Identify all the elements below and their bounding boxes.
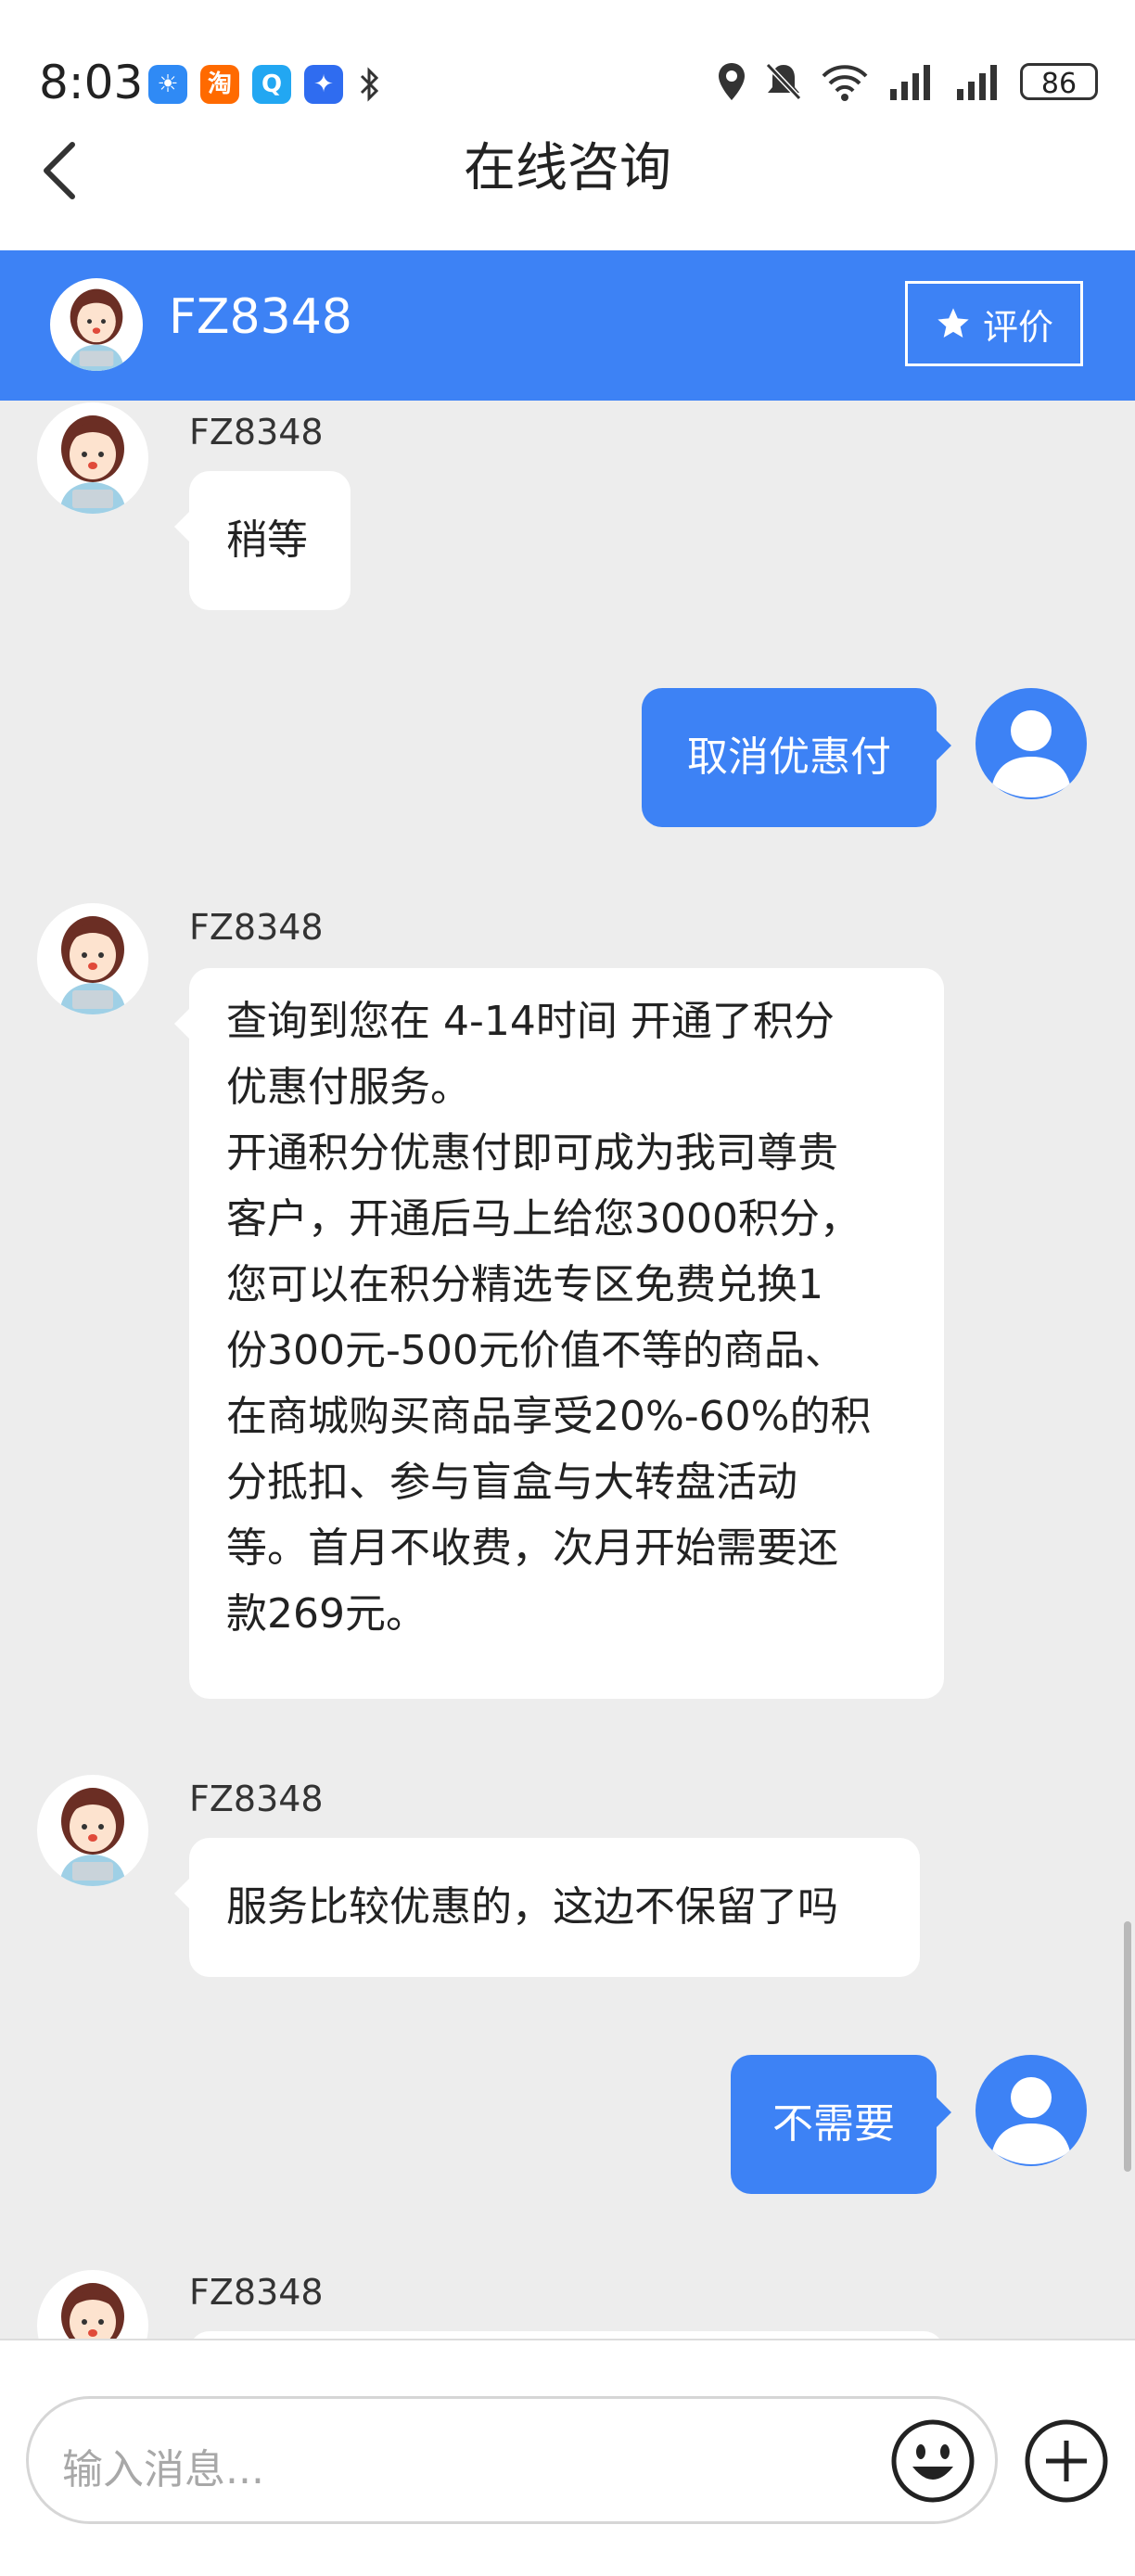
add-attachment-icon[interactable]	[1024, 2418, 1109, 2504]
message-bubble-user: 取消优惠付	[642, 688, 951, 827]
agent-avatar	[50, 278, 143, 371]
emoji-icon[interactable]	[890, 2418, 976, 2504]
message-line: 款269元。	[226, 1590, 427, 1638]
user-avatar	[976, 688, 1087, 799]
status-right: 86	[716, 61, 1098, 102]
message-line: 份300元-500元价值不等的商品、	[226, 1327, 846, 1374]
message-line: 在商城购买商品享受20%-60%的积	[226, 1393, 872, 1440]
status-time: 8:03	[39, 56, 144, 109]
message-input-placeholder: 输入消息...	[62, 2446, 264, 2493]
agent-avatar	[37, 1775, 148, 1886]
agent-avatar	[37, 2270, 148, 2339]
agent-name: FZ8348	[169, 289, 352, 345]
agent-avatar-icon	[59, 1788, 126, 1886]
message-sender: FZ8348	[189, 907, 324, 948]
message-line: 查询到您在 4-14时间 开通了积分	[226, 998, 835, 1045]
message-line: 客户，开通后马上给您3000积分，	[226, 1195, 861, 1243]
status-app-icons: ☀ 淘 Q ✦	[148, 65, 384, 104]
wifi-icon	[822, 65, 868, 101]
agent-avatar-icon	[69, 288, 124, 371]
status-bar: 8:03 ☀ 淘 Q ✦ 86	[0, 0, 1135, 111]
mute-bell-icon	[765, 62, 802, 101]
message-line: 开通积分优惠付即可成为我司尊贵	[226, 1129, 838, 1177]
chat-area[interactable]: FZ8348 稍等 取消优惠付 FZ8348 查询到您在 4-14时间 开通了积…	[0, 401, 1135, 2339]
bulb-app-icon: ✦	[304, 65, 343, 104]
message-line: 您可以在积分精选专区免费兑换1	[226, 1261, 823, 1308]
title-bar: 在线咨询	[0, 111, 1135, 252]
message-bubble-agent	[189, 2331, 944, 2339]
weather-app-icon: ☀	[148, 65, 187, 104]
user-avatar	[976, 2055, 1087, 2166]
battery-indicator: 86	[1020, 63, 1098, 100]
search-app-icon: Q	[252, 65, 291, 104]
message-sender: FZ8348	[189, 2272, 324, 2313]
agent-avatar-icon	[59, 415, 126, 514]
user-avatar-icon	[992, 2077, 1070, 2164]
message-sender: FZ8348	[189, 412, 324, 453]
signal-icon-2	[957, 65, 997, 100]
star-icon	[937, 308, 969, 338]
user-avatar-icon	[992, 710, 1070, 797]
agent-avatar-icon	[59, 916, 126, 1014]
input-bar: 输入消息...	[0, 2339, 1135, 2576]
page-title: 在线咨询	[464, 138, 671, 198]
agent-avatar	[37, 402, 148, 514]
rate-button-label: 评价	[982, 306, 1053, 348]
message-line: 等。首月不收费，次月开始需要还	[226, 1524, 838, 1572]
signal-icon-1	[890, 65, 930, 100]
agent-avatar-icon	[61, 2283, 124, 2339]
message-sender: FZ8348	[189, 1779, 324, 1819]
taobao-app-icon: 淘	[200, 65, 239, 104]
message-line: 优惠付服务。	[226, 1064, 471, 1111]
message-line: 分抵扣、参与盲盒与大转盘活动	[226, 1459, 797, 1506]
message-bubble-agent: 稍等	[174, 471, 351, 610]
bluetooth-icon	[360, 67, 379, 102]
message-bubble-agent: 服务比较优惠的，这边不保留了吗	[174, 1838, 920, 1977]
message-bubble-agent: 查询到您在 4-14时间 开通了积分 优惠付服务。 开通积分优惠付即可成为我司尊…	[174, 968, 944, 1699]
chat-scrollbar[interactable]	[1124, 1921, 1131, 2172]
location-icon	[719, 63, 745, 100]
agent-avatar	[37, 903, 148, 1014]
agent-header: FZ8348 评价	[0, 250, 1135, 401]
message-bubble-user: 不需要	[731, 2055, 951, 2194]
rate-button[interactable]: 评价	[905, 281, 1083, 366]
message-input[interactable]: 输入消息...	[26, 2396, 998, 2524]
